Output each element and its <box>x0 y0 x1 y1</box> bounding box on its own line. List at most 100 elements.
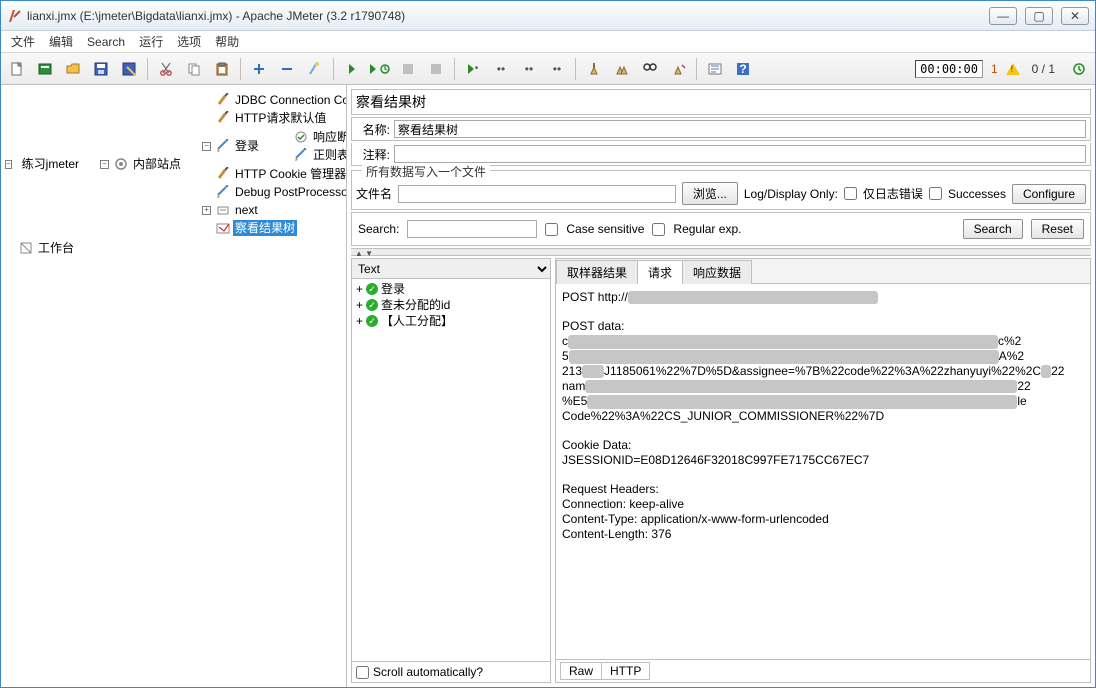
tree-debug-postprocessor[interactable]: Debug PostProcessor <box>202 183 347 201</box>
comment-input[interactable] <box>394 145 1086 163</box>
sample-item[interactable]: +✓登录 <box>356 281 548 297</box>
open-button[interactable] <box>61 57 85 81</box>
search-input[interactable] <box>407 220 537 238</box>
reset-search-button[interactable] <box>666 57 690 81</box>
elapsed-timer: 00:00:00 <box>915 60 983 78</box>
results-tree-panel: 察看结果树 名称: 注释: 所有数据写入一个文件 文件名 浏览... Log/D… <box>347 85 1095 687</box>
close-button[interactable]: ✕ <box>1061 7 1089 25</box>
request-text-area[interactable]: POST http:// POST data: cc%2 5A%2 213J11… <box>556 284 1090 660</box>
start-no-pause-button[interactable] <box>368 57 392 81</box>
errors-only-checkbox[interactable] <box>844 187 857 200</box>
request-sub-tabs: Raw HTTP <box>556 660 1090 682</box>
successes-checkbox[interactable] <box>929 187 942 200</box>
warning-icon[interactable] <box>1006 63 1020 75</box>
content-area: −练习jmeter −内部站点 JDBC Connection Configur… <box>1 85 1095 687</box>
toggle-button[interactable] <box>303 57 327 81</box>
configure-button[interactable]: Configure <box>1012 184 1086 204</box>
scroll-auto-checkbox[interactable] <box>356 666 369 679</box>
samples-tree[interactable]: +✓登录 +✓查未分配的id +✓【人工分配】 <box>352 279 550 661</box>
reset-button[interactable]: Reset <box>1031 219 1084 239</box>
scroll-auto-label: Scroll automatically? <box>373 665 483 679</box>
tree-cookie-manager[interactable]: HTTP Cookie 管理器 <box>202 165 347 183</box>
tree-root[interactable]: −练习jmeter −内部站点 JDBC Connection Configur… <box>5 89 344 239</box>
panel-title: 察看结果树 <box>351 89 1091 115</box>
menu-help[interactable]: 帮助 <box>209 31 245 52</box>
maximize-button[interactable]: ▢ <box>1025 7 1053 25</box>
sub-tab-http[interactable]: HTTP <box>602 662 650 680</box>
tree-results-tree[interactable]: 察看结果树 <box>202 219 347 237</box>
sample-item[interactable]: +✓【人工分配】 <box>356 313 548 329</box>
tree-http-defaults[interactable]: HTTP请求默认值 <box>202 109 347 127</box>
results-split: Text +✓登录 +✓查未分配的id +✓【人工分配】 Scroll auto… <box>351 258 1091 683</box>
splitter-handle[interactable]: ▲ ▼ <box>351 248 1091 256</box>
menu-run[interactable]: 运行 <box>133 31 169 52</box>
search-row: Search: Case sensitive Regular exp. Sear… <box>351 212 1091 246</box>
tab-sampler-result[interactable]: 取样器结果 <box>556 260 638 284</box>
log-display-only-label: Log/Display Only: <box>744 187 838 201</box>
tree-login-sampler[interactable]: −登录 响应断言 正则表达式提取器 <box>202 127 347 165</box>
shutdown-button[interactable] <box>424 57 448 81</box>
tab-request[interactable]: 请求 <box>637 260 683 284</box>
menu-file[interactable]: 文件 <box>5 31 41 52</box>
paste-button[interactable] <box>210 57 234 81</box>
clear-all-button[interactable] <box>610 57 634 81</box>
svg-text:?: ? <box>739 62 746 76</box>
remote-shutdown-button[interactable]: •• <box>545 57 569 81</box>
results-left-pane: Text +✓登录 +✓查未分配的id +✓【人工分配】 Scroll auto… <box>351 258 551 683</box>
tree-regex-extractor[interactable]: 正则表达式提取器 <box>280 146 347 164</box>
find-button[interactable] <box>638 57 662 81</box>
remote-stop-button[interactable]: •• <box>517 57 541 81</box>
browse-button[interactable]: 浏览... <box>682 182 738 205</box>
search-label: Search: <box>358 222 399 236</box>
tab-response-data[interactable]: 响应数据 <box>682 260 752 284</box>
menu-options[interactable]: 选项 <box>171 31 207 52</box>
copy-button[interactable] <box>182 57 206 81</box>
gc-button[interactable] <box>1067 57 1091 81</box>
successes-label: Successes <box>948 187 1006 201</box>
renderer-select[interactable]: Text <box>352 259 550 279</box>
titlebar: lianxi.jmx (E:\jmeter\Bigdata\lianxi.jmx… <box>1 1 1095 31</box>
results-right-pane: 取样器结果 请求 响应数据 POST http:// POST data: cc… <box>555 258 1091 683</box>
tree-next-controller[interactable]: +next <box>202 201 347 219</box>
tree-thread-group[interactable]: −内部站点 JDBC Connection Configuration HTTP… <box>100 90 347 238</box>
collapse-button[interactable] <box>275 57 299 81</box>
sample-item[interactable]: +✓查未分配的id <box>356 297 548 313</box>
save-as-button[interactable] <box>117 57 141 81</box>
function-helper-button[interactable] <box>703 57 727 81</box>
cut-button[interactable] <box>154 57 178 81</box>
scroll-auto-row: Scroll automatically? <box>352 661 550 682</box>
app-window: lianxi.jmx (E:\jmeter\Bigdata\lianxi.jmx… <box>0 0 1096 688</box>
remote-start-button[interactable]: • <box>461 57 485 81</box>
case-sensitive-checkbox[interactable] <box>545 223 558 236</box>
stop-button[interactable] <box>396 57 420 81</box>
clear-button[interactable] <box>582 57 606 81</box>
success-icon: ✓ <box>366 283 378 295</box>
tree-workbench[interactable]: 工作台 <box>5 239 344 257</box>
name-row: 名称: <box>351 117 1091 141</box>
tree-jdbc-config[interactable]: JDBC Connection Configuration <box>202 91 347 109</box>
new-button[interactable] <box>5 57 29 81</box>
menu-search[interactable]: Search <box>81 33 131 51</box>
app-icon <box>7 8 23 24</box>
file-output-legend: 所有数据写入一个文件 <box>362 163 490 180</box>
templates-button[interactable] <box>33 57 57 81</box>
filename-input[interactable] <box>398 185 676 203</box>
remote-start-all-button[interactable]: •• <box>489 57 513 81</box>
name-label: 名称: <box>356 121 390 138</box>
menu-edit[interactable]: 编辑 <box>43 31 79 52</box>
search-button[interactable]: Search <box>963 219 1023 239</box>
sub-tab-raw[interactable]: Raw <box>560 662 602 680</box>
test-plan-tree[interactable]: −练习jmeter −内部站点 JDBC Connection Configur… <box>1 85 347 687</box>
success-icon: ✓ <box>366 315 378 327</box>
minimize-button[interactable]: — <box>989 7 1017 25</box>
tree-response-assertion[interactable]: 响应断言 <box>280 128 347 146</box>
regex-checkbox[interactable] <box>652 223 665 236</box>
help-button[interactable]: ? <box>731 57 755 81</box>
start-button[interactable] <box>340 57 364 81</box>
regex-label: Regular exp. <box>673 222 741 236</box>
filename-label: 文件名 <box>356 185 392 202</box>
name-input[interactable] <box>394 120 1086 138</box>
save-button[interactable] <box>89 57 113 81</box>
expand-button[interactable] <box>247 57 271 81</box>
toolbar: • •• •• •• ? 00:00:00 1 0 / 1 <box>1 53 1095 85</box>
